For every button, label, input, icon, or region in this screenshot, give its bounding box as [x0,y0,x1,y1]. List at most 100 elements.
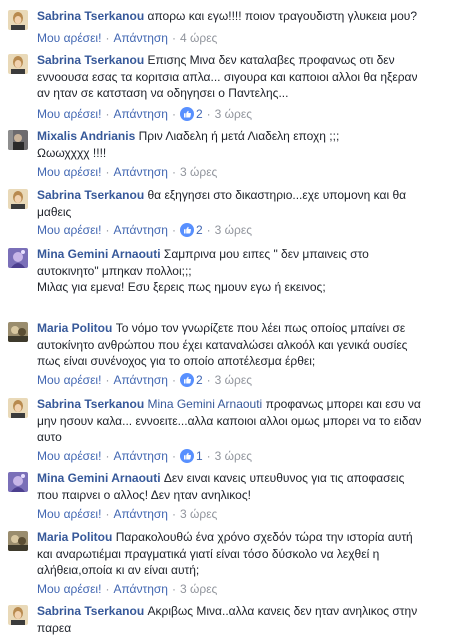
avatar[interactable] [8,54,28,74]
timestamp[interactable]: 3 ώρες [215,373,252,387]
avatar[interactable] [8,605,28,625]
like-link[interactable]: Μου αρέσει! [37,223,101,237]
reply-link[interactable]: Απάντηση [113,449,168,463]
comment-text: αυτοκινητο" μπηκαν πολλοι;;; [37,263,192,278]
separator: · [206,107,211,121]
reply-link[interactable]: Απάντηση [113,165,168,179]
reply-link[interactable]: Απάντηση [113,107,168,121]
comment-actions: Μου αρέσει! · Απάντηση · 3 ώρες [37,581,217,597]
comment-text: αυτοκίνητο ανθρώπου που έχει καταναλώσει… [37,337,408,352]
comment-text: πως είναι συνένοχος για το οποίο αποτέλε… [37,354,316,368]
comment-text: απορω και εγω!!!! ποιον τραγουδιστη γλυκ… [147,9,418,23]
author-name[interactable]: Sabrina Tserkanou [37,397,144,411]
separator: · [206,373,211,387]
separator: · [105,507,110,521]
separator: · [105,373,110,387]
comment-body: Mixalis Andrianis Πριν Λιαδελη ή μετά Λι… [37,128,450,161]
separator: · [171,582,176,596]
author-name[interactable]: Mixalis Andrianis [37,129,135,143]
like-link[interactable]: Μου αρέσει! [37,373,101,387]
comment-body: Sabrina Tserkanou Mina Gemini Arnaouti π… [37,396,450,446]
author-name[interactable]: Maria Politou [37,530,112,544]
comment-text: παρεα [37,620,72,635]
comment-actions: Μου αρέσει! · Απάντηση · 3 ώρες [37,506,217,522]
timestamp[interactable]: 3 ώρες [180,507,217,521]
reply-link[interactable]: Απάντηση [113,582,168,596]
comment-actions: Μου αρέσει! · Απάντηση · 2 · 3 ώρες [37,106,252,122]
comment-actions: Μου αρέσει! · Απάντηση · 4 ώρες [37,30,217,46]
like-reaction-icon[interactable] [179,222,194,237]
avatar[interactable] [8,130,28,150]
comment-text: Ωωωχχχχ !!!! [37,145,107,160]
comment-actions: Μου αρέσει! · Απάντηση · 2 · 3 ώρες [37,372,252,388]
comment-body: Mina Gemini Arnaouti Δεν ειναι κανεις υπ… [37,470,450,503]
comment-text: αν ηταν σε κατσταση να οδηγησει ο Παντελ… [37,86,289,100]
avatar[interactable] [8,248,28,268]
like-reaction-icon[interactable] [179,448,194,463]
comment-body: Maria Politou Το νόμο τον γνωρίζετε που … [37,320,450,370]
comment-text: Παρακολουθώ ένα χρόνο σχεδόν τώρα την ισ… [115,530,413,544]
author-name[interactable]: Mina Gemini Arnaouti [37,247,161,261]
author-name[interactable]: Mina Gemini Arnaouti [37,471,161,485]
reaction-count[interactable]: 2 [196,223,203,237]
separator: · [171,165,176,179]
separator: · [105,107,110,121]
avatar[interactable] [8,322,28,342]
avatar[interactable] [8,531,28,551]
mention-link[interactable]: Mina Gemini Arnaouti [148,397,263,411]
like-reaction-icon[interactable] [179,106,194,121]
comment-text: αυτο [37,430,62,444]
timestamp[interactable]: 4 ώρες [180,31,217,45]
comment-actions: Μου αρέσει! · Απάντηση · 2 · 3 ώρες [37,222,252,238]
comment-text: Μιλας για εμενα! Εσυ ξερεις πως ημουν εγ… [37,280,326,294]
comment-thread: Sabrina Tserkanou απορω και εγω!!!! ποιο… [0,0,456,635]
comment-body: Sabrina Tserkanou Ακριβως Μινα..αλλα καν… [37,603,450,636]
reaction-count[interactable]: 2 [196,373,203,387]
avatar[interactable] [8,189,28,209]
avatar[interactable] [8,472,28,492]
timestamp[interactable]: 3 ώρες [215,107,252,121]
separator: · [171,507,176,521]
reaction-count[interactable]: 1 [196,449,203,463]
separator: · [171,31,176,45]
comment-body: Mina Gemini Arnaouti Σαμπρινα μου ειπες … [37,246,450,296]
comment-text: που παιρνει ο αλλος! Δεν ηταν ανηλικος! [37,487,251,502]
author-name[interactable]: Maria Politou [37,321,112,335]
separator: · [171,223,176,237]
timestamp[interactable]: 3 ώρες [180,165,217,179]
comment-text: Δεν ειναι κανεις υπευθυνος για τις αποφα… [163,471,405,485]
comment-body: Sabrina Tserkanou θα εξηγησει στο δικαστ… [37,187,450,220]
like-link[interactable]: Μου αρέσει! [37,582,101,596]
author-name[interactable]: Sabrina Tserkanou [37,9,144,23]
like-link[interactable]: Μου αρέσει! [37,507,101,521]
like-link[interactable]: Μου αρέσει! [37,449,101,463]
comment-body: Maria Politou Παρακολουθώ ένα χρόνο σχεδ… [37,529,450,579]
avatar[interactable] [8,398,28,418]
like-link[interactable]: Μου αρέσει! [37,31,101,45]
like-reaction-icon[interactable] [179,372,194,387]
timestamp[interactable]: 3 ώρες [180,582,217,596]
comment-body: Sabrina Tserkanou απορω και εγω!!!! ποιο… [37,8,450,25]
reply-link[interactable]: Απάντηση [113,373,168,387]
comment-text: Το νόμο τον γνωρίζετε που λέει πως οποίο… [115,321,406,335]
reply-link[interactable]: Απάντηση [113,507,168,521]
author-name[interactable]: Sabrina Tserkanou [37,53,144,67]
comment-text: και αναρωτιέμαι πραγματικά γιατί είναι τ… [37,546,380,561]
separator: · [171,449,176,463]
like-link[interactable]: Μου αρέσει! [37,107,101,121]
like-link[interactable]: Μου αρέσει! [37,165,101,179]
reply-link[interactable]: Απάντηση [113,31,168,45]
timestamp[interactable]: 3 ώρες [215,449,252,463]
reply-link[interactable]: Απάντηση [113,223,168,237]
separator: · [105,223,110,237]
separator: · [206,449,211,463]
comment-actions: Μου αρέσει! · Απάντηση · 3 ώρες [37,164,217,180]
author-name[interactable]: Sabrina Tserkanou [37,604,144,618]
comment-text: Σαμπρινα μου ειπες " δεν μπαινεις στο [163,247,369,261]
avatar[interactable] [8,10,28,30]
author-name[interactable]: Sabrina Tserkanou [37,188,144,202]
comment-text: Πριν Λιαδελη ή μετά Λιαδελη εποχη ;;; [138,129,340,143]
reaction-count[interactable]: 2 [196,107,203,121]
timestamp[interactable]: 3 ώρες [215,223,252,237]
comment-text: θα εξηγησει στο δικαστηριο...εχε υπομονη… [147,188,407,202]
